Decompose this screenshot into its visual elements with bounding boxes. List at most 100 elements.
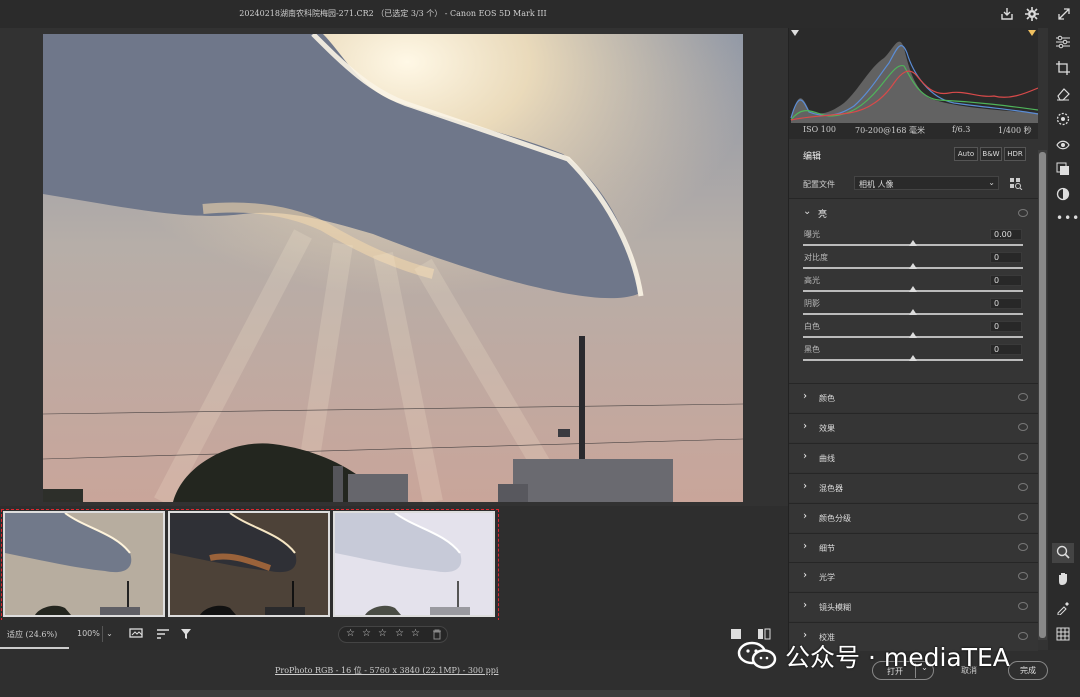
panel-section[interactable]: › 颜色分级 xyxy=(789,502,1038,532)
slider-knob[interactable] xyxy=(909,240,917,246)
single-view-icon[interactable] xyxy=(731,629,741,639)
histogram xyxy=(789,28,1039,124)
zoom-icon[interactable] xyxy=(1056,545,1070,562)
panel-section-label: 颜色 xyxy=(819,394,835,403)
profile-select[interactable]: 相机 人像 ⌄ xyxy=(854,176,999,190)
visibility-eye-icon[interactable] xyxy=(1018,393,1028,401)
visibility-eye-icon[interactable] xyxy=(1018,422,1028,431)
chevron-right-icon: › xyxy=(803,540,807,552)
panel-section[interactable]: › 曲线 xyxy=(789,442,1038,472)
gear-icon[interactable] xyxy=(1024,6,1040,22)
rating-star-5[interactable]: ☆ xyxy=(411,628,420,639)
trash-icon[interactable] xyxy=(432,629,442,643)
panel-section-label: 曲线 xyxy=(819,453,835,463)
chevron-right-icon: › xyxy=(803,600,807,612)
slider-value-input[interactable]: 0.00 xyxy=(990,229,1022,240)
filter-icon[interactable] xyxy=(180,628,192,643)
chevron-right-icon: › xyxy=(803,450,807,462)
chevron-right-icon: › xyxy=(803,570,807,582)
exif-info: ISO 100 70-200@168 毫米 f/6.3 1/400 秒 xyxy=(789,123,1038,139)
slider-label: 白色 xyxy=(804,322,820,331)
panel-section-label: 混色器 xyxy=(819,483,843,493)
slider-label: 阴影 xyxy=(804,299,820,308)
panel-section[interactable]: › 颜色 xyxy=(789,383,1038,412)
panel-section-label: 颜色分级 xyxy=(819,513,851,523)
panel-section[interactable]: › 镜头模糊 xyxy=(789,592,1038,622)
redeye-icon[interactable] xyxy=(1056,138,1070,155)
slider-knob[interactable] xyxy=(909,355,917,361)
window-title: 20240218湖南农科院梅园-271.CR2 （已选定 3/3 个） - Ca… xyxy=(239,9,547,18)
exif-shutter: 1/400 秒 xyxy=(998,126,1032,135)
profile-select-value: 相机 人像 xyxy=(859,180,894,189)
edit-sliders-icon[interactable] xyxy=(1055,35,1071,52)
filmstrip-options-icon[interactable] xyxy=(129,628,145,643)
zoom-fit-underline xyxy=(0,647,69,649)
light-chevron-down-icon[interactable]: ⌄ xyxy=(803,206,811,217)
more-options-icon[interactable]: ••• xyxy=(1056,211,1080,225)
slider-value-input[interactable]: 0 xyxy=(990,344,1022,355)
visibility-eye-icon[interactable] xyxy=(1018,512,1028,521)
slider-knob[interactable] xyxy=(909,332,917,338)
main-photo[interactable] xyxy=(43,34,743,502)
done-button[interactable]: 完成 xyxy=(1008,661,1048,680)
slider-label: 曝光 xyxy=(804,230,820,239)
bw-button[interactable]: B&W xyxy=(980,147,1002,161)
hdr-button[interactable]: HDR xyxy=(1004,147,1026,161)
visibility-eye-icon[interactable] xyxy=(1018,632,1028,641)
save-icon[interactable] xyxy=(999,6,1015,22)
selection-highlight xyxy=(1,509,499,626)
exif-focal: 70-200@168 毫米 xyxy=(855,126,925,135)
color-sampler-icon[interactable] xyxy=(1056,601,1070,618)
auto-button[interactable]: Auto xyxy=(954,147,978,161)
expand-icon[interactable] xyxy=(1056,6,1072,22)
wechat-logo-icon xyxy=(737,640,777,670)
crop-icon[interactable] xyxy=(1056,61,1070,78)
chevron-right-icon: › xyxy=(803,420,807,432)
rating-star-4[interactable]: ☆ xyxy=(395,628,404,639)
slider-value-input[interactable]: 0 xyxy=(990,252,1022,263)
eraser-icon[interactable] xyxy=(1056,87,1070,104)
chevron-right-icon: › xyxy=(803,510,807,522)
snapshots-icon[interactable] xyxy=(1056,187,1070,204)
slider-value-input[interactable]: 0 xyxy=(990,275,1022,286)
panel-section[interactable]: › 细节 xyxy=(789,532,1038,562)
slider-label: 高光 xyxy=(804,276,820,285)
slider-knob[interactable] xyxy=(909,309,917,315)
profile-label: 配置文件 xyxy=(803,180,835,189)
lower-edge-strip xyxy=(150,690,690,697)
chevron-right-icon: › xyxy=(803,480,807,492)
grid-overlay-icon[interactable] xyxy=(1056,627,1070,644)
rating-star-2[interactable]: ☆ xyxy=(362,628,371,639)
slider-label: 对比度 xyxy=(804,253,828,262)
zoom-dropdown-chevron-icon[interactable]: ⌄ xyxy=(102,626,116,642)
rating-star-1[interactable]: ☆ xyxy=(346,628,355,639)
zoom-100[interactable]: 100% xyxy=(77,629,100,638)
masking-icon[interactable] xyxy=(1056,112,1070,129)
panel-section[interactable]: › 光学 xyxy=(789,562,1038,592)
chevron-down-icon: ⌄ xyxy=(988,178,995,187)
panel-scrollbar-thumb[interactable] xyxy=(1039,152,1046,638)
light-title: 亮 xyxy=(818,210,828,220)
panel-section-label: 镜头模糊 xyxy=(819,603,851,613)
visibility-eye-icon[interactable] xyxy=(1018,572,1028,581)
workflow-options-link[interactable]: ProPhoto RGB - 16 位 - 5760 x 3840 (22.1M… xyxy=(275,665,498,676)
sort-icon[interactable] xyxy=(156,628,170,643)
visibility-eye-icon[interactable] xyxy=(1018,602,1028,611)
exif-aperture: f/6.3 xyxy=(952,125,971,134)
zoom-fit[interactable]: 适应 (24.6%) xyxy=(7,629,57,640)
slider-value-input[interactable]: 0 xyxy=(990,298,1022,309)
panel-section[interactable]: › 效果 xyxy=(789,412,1038,442)
rating-star-3[interactable]: ☆ xyxy=(378,628,387,639)
visibility-eye-icon[interactable] xyxy=(1018,452,1028,461)
profile-browser-icon[interactable] xyxy=(1009,177,1023,193)
presets-icon[interactable] xyxy=(1056,162,1070,179)
slider-knob[interactable] xyxy=(909,286,917,292)
visibility-eye-icon[interactable] xyxy=(1018,542,1028,551)
panel-section[interactable]: › 混色器 xyxy=(789,472,1038,502)
slider-value-input[interactable]: 0 xyxy=(990,321,1022,332)
slider-knob[interactable] xyxy=(909,263,917,269)
visibility-eye-icon[interactable] xyxy=(1018,482,1028,491)
hand-icon[interactable] xyxy=(1056,571,1070,588)
light-visibility-eye-icon[interactable] xyxy=(1018,209,1028,217)
panel-section-label: 效果 xyxy=(819,423,835,433)
